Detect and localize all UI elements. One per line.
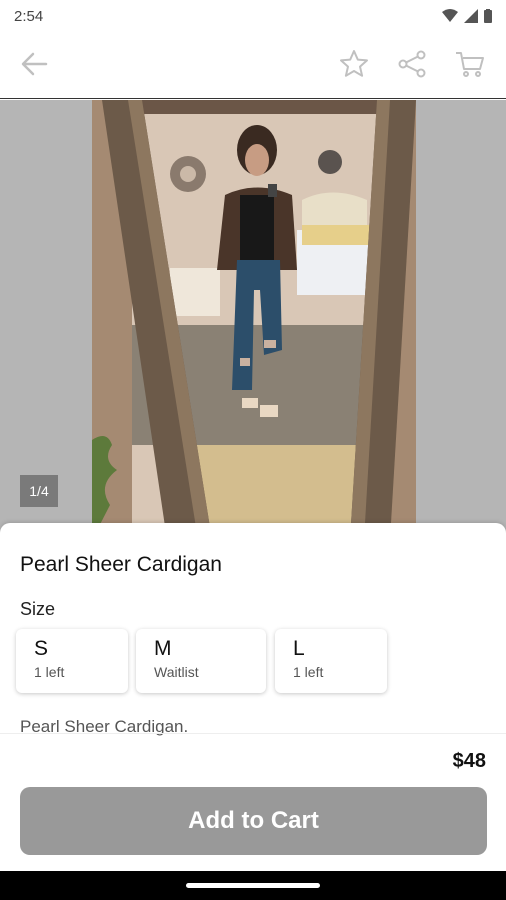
size-option-s[interactable]: S 1 left [16,629,128,693]
status-bar: 2:54 [0,0,506,32]
back-arrow-icon[interactable] [18,48,50,80]
system-navigation-bar [0,871,506,900]
product-photo [92,100,416,540]
add-to-cart-button[interactable]: Add to Cart [20,787,487,855]
size-option-m[interactable]: M Waitlist [136,629,266,693]
status-time: 2:54 [14,7,44,25]
status-icons [442,9,492,23]
size-letter: L [293,637,305,660]
home-gesture-handle[interactable] [186,883,320,888]
wifi-icon [442,9,458,22]
divider [0,733,506,734]
image-counter-badge: 1/4 [20,475,58,507]
product-image-gallery[interactable] [0,100,506,540]
star-icon[interactable] [338,48,370,80]
size-letter: M [154,637,172,660]
product-title: Pearl Sheer Cardigan [20,553,222,576]
mirror-selfie-illustration [92,100,416,540]
size-option-l[interactable]: L 1 left [275,629,387,693]
size-letter: S [34,637,49,660]
product-details-sheet: Pearl Sheer Cardigan Size S 1 left M Wai… [0,523,506,871]
product-price: $48 [452,750,486,772]
size-section-label: Size [20,599,56,619]
cart-icon[interactable] [454,48,486,80]
size-availability: 1 left [293,664,324,680]
size-availability: Waitlist [154,664,199,680]
product-description: Pearl Sheer Cardigan. [20,717,189,736]
share-icon[interactable] [396,48,428,80]
battery-icon [484,9,492,23]
size-availability: 1 left [34,664,65,680]
app-bar [0,32,506,99]
signal-icon [464,9,478,23]
